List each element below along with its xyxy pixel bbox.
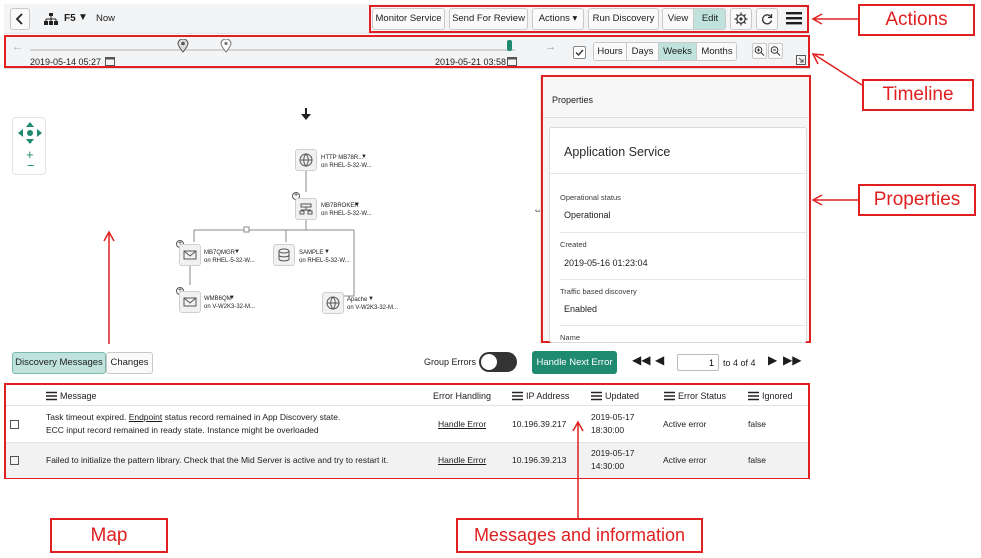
messages-annotation: Messages and information — [456, 518, 703, 553]
properties-annotation: Properties — [858, 184, 976, 216]
map-annotation: Map — [50, 518, 168, 553]
timeline-annotation: Timeline — [862, 79, 974, 111]
annotation-arrows — [572, 13, 863, 518]
actions-annotation: Actions — [858, 4, 975, 36]
